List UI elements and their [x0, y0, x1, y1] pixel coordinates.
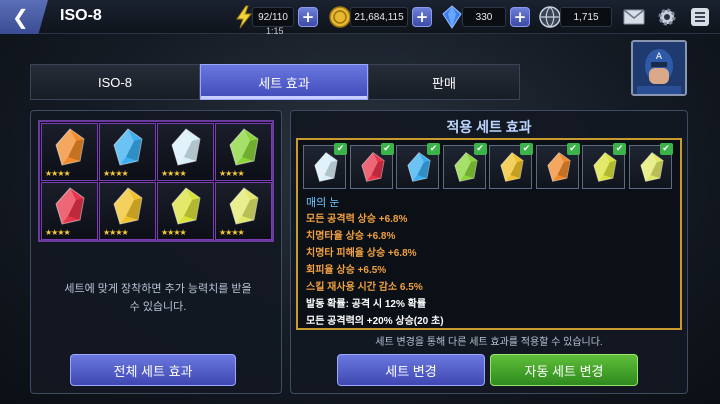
- iso-slot[interactable]: ★★★★: [157, 182, 214, 240]
- check-icon: ✔: [380, 143, 394, 155]
- effect-line: 치명타율 상승 +6.8%: [306, 231, 396, 242]
- energy-timer: 1:15: [266, 26, 284, 36]
- energy-counter: 92/110: [252, 7, 294, 27]
- iso-slot[interactable]: ★★★★: [215, 123, 272, 181]
- gold-counter: 21,684,115: [350, 7, 408, 27]
- change-set-button[interactable]: 세트 변경: [337, 354, 485, 386]
- set-info-message: 세트에 맞게 장착하면 추가 능력치를 받을 수 있습니다.: [44, 280, 272, 316]
- applied-iso-slot: ✔: [489, 143, 533, 189]
- proc-effect-line: 모든 공격력의 +20% 상승(20 초): [306, 316, 444, 327]
- iso8-crystal-icon: [55, 187, 85, 225]
- effect-line: 치명타 피해율 상승 +6.8%: [306, 248, 417, 259]
- tab-iso8[interactable]: ISO-8: [30, 64, 200, 100]
- iso-slot[interactable]: ★★★★: [157, 123, 214, 181]
- svg-text:A: A: [656, 52, 663, 62]
- star-rating: ★★★★: [45, 169, 71, 178]
- hero-avatar[interactable]: A: [631, 40, 687, 96]
- star-rating: ★★★★: [103, 169, 129, 178]
- iso8-crystal-icon: [360, 152, 385, 182]
- captain-portrait-icon: A: [633, 42, 685, 94]
- crystal-counter: 330: [462, 7, 506, 27]
- effect-line: 회피율 상승 +6.5%: [306, 265, 387, 276]
- mail-icon[interactable]: [622, 5, 646, 29]
- top-bar: ❮ ISO-8 92/110 1:15 + 21,684,115 + 330 +…: [0, 0, 720, 36]
- menu-list-icon[interactable]: [688, 5, 712, 29]
- star-rating: ★★★★: [219, 228, 245, 237]
- applied-iso-slot: ✔: [442, 143, 487, 189]
- check-icon: ✔: [427, 143, 440, 155]
- iso8-crystal-icon: [546, 152, 571, 182]
- all-set-effects-button[interactable]: 전체 세트 효과: [70, 354, 236, 386]
- star-rating: ★★★★: [161, 228, 187, 237]
- back-arrow-icon: ❮: [12, 5, 29, 29]
- iso8-crystal-icon: [593, 152, 617, 182]
- effect-line: 스킬 재사용 시간 감소 6.5%: [306, 282, 423, 293]
- iso-slot[interactable]: ★★★★: [41, 123, 98, 181]
- auto-change-set-button[interactable]: 자동 세트 변경: [490, 354, 638, 386]
- effect-line: 모든 공격력 상승 +6.8%: [306, 214, 408, 225]
- message-line-2: 수 있습니다.: [129, 301, 187, 313]
- add-gold-button[interactable]: +: [412, 7, 432, 27]
- iso8-crystal-icon: [453, 152, 478, 182]
- iso8-crystal-icon: [639, 152, 664, 182]
- applied-set-title: 적용 세트 효과: [446, 119, 532, 135]
- page-title: ISO-8: [60, 7, 102, 24]
- message-line-1: 세트에 맞게 장착하면 추가 능력치를 받을: [64, 283, 252, 295]
- gold-coin-icon: [329, 6, 351, 28]
- tab-set-effect[interactable]: 세트 효과: [200, 64, 368, 100]
- iso8-crystal-icon: [55, 128, 85, 166]
- applied-iso-slot: ✔: [582, 143, 626, 189]
- globe-currency-icon: [539, 6, 561, 28]
- applied-iso-slot: ✔: [349, 143, 394, 189]
- iso8-crystal-icon: [229, 128, 259, 166]
- tab-sell[interactable]: 판매: [368, 64, 520, 100]
- add-crystal-button[interactable]: +: [510, 7, 530, 27]
- plus-icon: +: [301, 8, 315, 26]
- applied-iso-slot: ✔: [628, 143, 673, 189]
- iso8-crystal-icon: [314, 152, 338, 182]
- iso-slot[interactable]: ★★★★: [99, 182, 156, 240]
- star-rating: ★★★★: [103, 228, 129, 237]
- iso8-crystal-icon: [407, 152, 431, 182]
- iso8-crystal-icon: [171, 187, 201, 225]
- back-button[interactable]: ❮: [0, 0, 48, 34]
- star-rating: ★★★★: [219, 169, 245, 178]
- equipped-iso-grid: ★★★★ ★★★★ ★★★★ ★★★★ ★★★★ ★★★★ ★★★★ ★★★★: [38, 120, 274, 242]
- applied-iso-slot: ✔: [303, 143, 347, 189]
- check-icon: ✔: [613, 143, 626, 155]
- iso-slot[interactable]: ★★★★: [99, 123, 156, 181]
- iso-slot[interactable]: ★★★★: [41, 182, 98, 240]
- check-icon: ✔: [334, 143, 347, 155]
- check-icon: ✔: [659, 143, 673, 155]
- add-energy-button[interactable]: +: [298, 7, 318, 27]
- third-currency-counter: 1,715: [560, 7, 612, 27]
- iso8-crystal-icon: [171, 128, 201, 166]
- gear-icon[interactable]: [655, 5, 679, 29]
- iso8-crystal-icon: [113, 187, 143, 225]
- set-change-note: 세트 변경을 통해 다른 세트 효과를 적용할 수 있습니다.: [375, 337, 603, 348]
- check-icon: ✔: [520, 143, 533, 155]
- applied-iso-slot: ✔: [396, 143, 440, 189]
- check-icon: ✔: [473, 143, 487, 155]
- iso8-crystal-icon: [500, 152, 524, 182]
- iso-slot[interactable]: ★★★★: [215, 182, 272, 240]
- star-rating: ★★★★: [45, 228, 71, 237]
- applied-iso-slot: ✔: [535, 143, 580, 189]
- star-rating: ★★★★: [161, 169, 187, 178]
- iso8-crystal-icon: [229, 187, 259, 225]
- iso8-crystal-icon: [113, 128, 143, 166]
- plus-icon: +: [513, 8, 527, 26]
- plus-icon: +: [415, 8, 429, 26]
- check-icon: ✔: [566, 143, 580, 155]
- proc-effect-line: 발동 확률: 공격 시 12% 확률: [306, 299, 427, 310]
- crystal-icon: [442, 5, 462, 29]
- set-name: 매의 눈: [306, 197, 340, 209]
